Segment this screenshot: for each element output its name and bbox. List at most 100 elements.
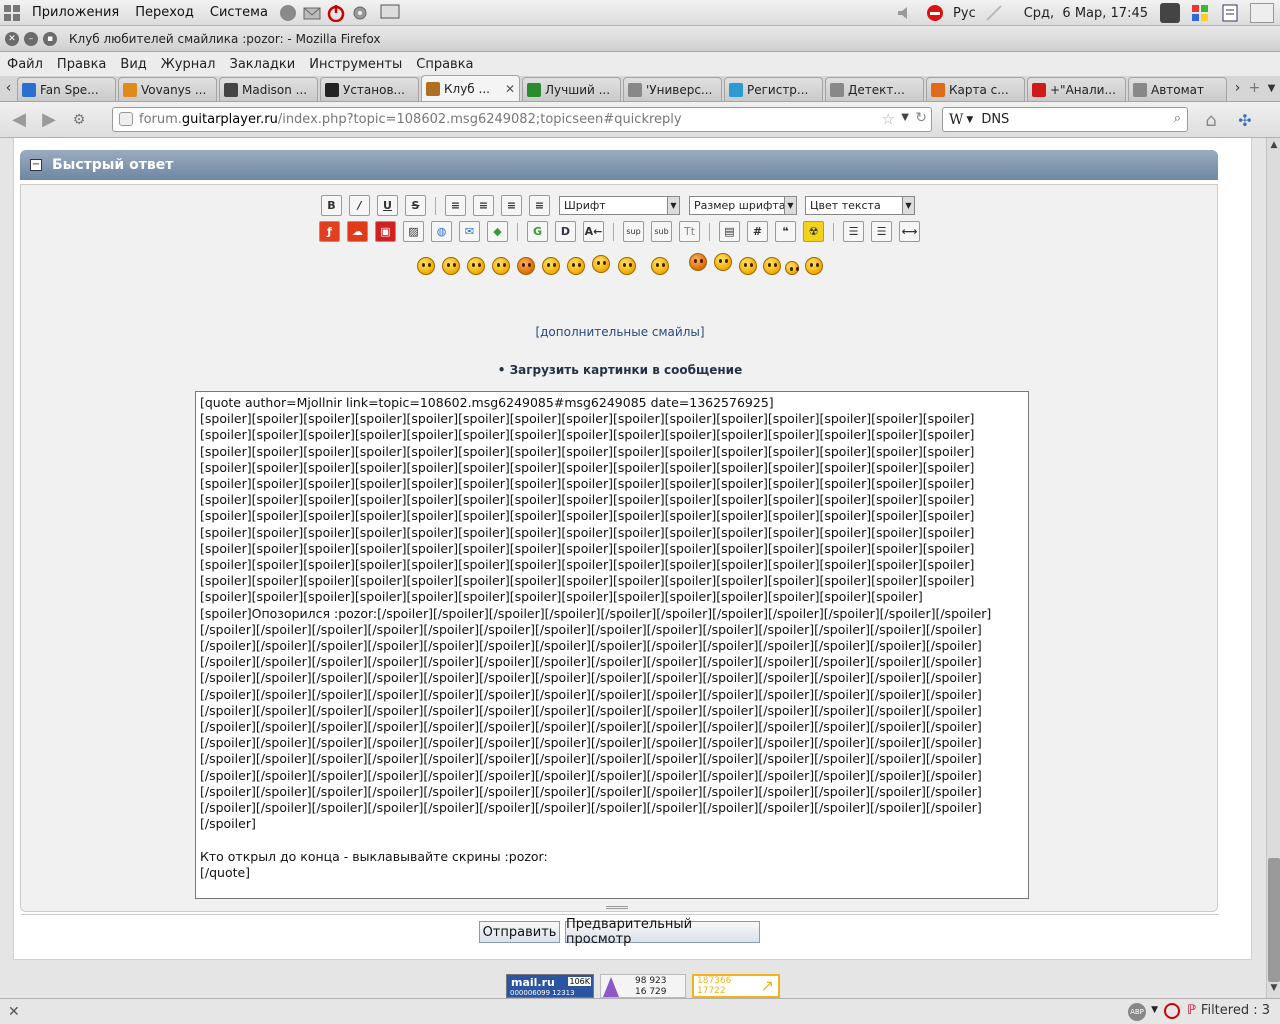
addon-icon[interactable]: ⚙ — [64, 106, 94, 134]
align-justify-button[interactable]: ≡ — [473, 195, 494, 216]
tab-1[interactable]: Vovanys ... — [118, 77, 217, 101]
smiley-icon[interactable] — [542, 257, 560, 275]
search-icon[interactable]: ⌕ — [1174, 111, 1181, 126]
new-tab-icon[interactable]: + — [1246, 75, 1263, 101]
smiley-icon[interactable] — [689, 253, 707, 271]
menu-tools[interactable]: Инструменты — [302, 57, 409, 72]
tab-8[interactable]: Детект... — [825, 77, 924, 101]
image-button[interactable]: ▨ — [403, 221, 424, 242]
document-applet-icon[interactable] — [1220, 3, 1240, 23]
stats-counter[interactable]: 98 923 16 729 — [600, 974, 686, 998]
marquee-button[interactable]: A← — [583, 221, 604, 242]
globe-launcher-icon[interactable] — [278, 3, 298, 23]
panel-menu-places[interactable]: Переход — [127, 5, 202, 20]
search-engine-wikipedia-icon[interactable]: W — [949, 112, 963, 128]
soundcloud-button[interactable]: ☁ — [347, 221, 368, 242]
url-history-dropdown-icon[interactable]: ▼ — [901, 112, 909, 123]
forward-arrow-icon[interactable]: ▶ — [34, 106, 64, 134]
bold-button[interactable]: B — [321, 195, 342, 216]
smiley-icon[interactable] — [785, 261, 799, 275]
apps-grid-icon[interactable] — [2, 3, 22, 23]
tab-6[interactable]: 'Универс... — [623, 77, 722, 101]
tab-2[interactable]: Madison ... — [219, 77, 318, 101]
smiley-icon[interactable] — [714, 253, 732, 271]
ftp-button[interactable]: ◆ — [487, 221, 508, 242]
scroll-down-icon[interactable]: ▼ — [1268, 983, 1280, 995]
tab-5[interactable]: Лучший ... — [522, 77, 621, 101]
preview-button[interactable]: Предварительный просмотр — [565, 917, 760, 947]
teletype-button[interactable]: Tt — [679, 221, 700, 242]
panel-menu-system[interactable]: Система — [202, 5, 276, 20]
window-titlebar[interactable]: ✕ – ▪ Клуб любителей смайлика :pozor: - … — [0, 26, 1280, 52]
home-icon[interactable]: ⌂ — [1196, 106, 1226, 134]
tabs-scroll-left-icon[interactable]: ‹ — [0, 75, 17, 101]
reload-icon[interactable]: ↻ — [915, 110, 927, 126]
more-smileys-link[interactable]: [дополнительные смайлы] — [21, 325, 1219, 339]
back-arrow-icon[interactable]: ◀ — [4, 106, 34, 134]
table-button[interactable]: ▤ — [719, 221, 740, 242]
network-icon[interactable] — [984, 3, 1004, 23]
radioactive-button[interactable]: ☢ — [803, 221, 824, 242]
align-left-button[interactable]: ≡ — [445, 195, 466, 216]
show-desktop-icon[interactable] — [380, 3, 400, 23]
vertical-scrollbar[interactable]: ▲ ▼ — [1266, 138, 1280, 998]
bookmark-star-icon[interactable]: ☆ — [882, 110, 895, 128]
smiley-icon[interactable] — [651, 257, 669, 275]
smiley-icon[interactable] — [417, 257, 435, 275]
numbered-list-button[interactable]: ☰ — [871, 221, 892, 242]
smiley-icon[interactable] — [592, 255, 610, 273]
mail-launcher-icon[interactable] — [302, 3, 322, 23]
panel-clock[interactable]: Срд, 6 Мар, 17:45 — [1024, 6, 1148, 21]
tab-list-icon[interactable]: ▼ — [1263, 75, 1280, 101]
menu-help[interactable]: Справка — [409, 57, 480, 72]
smiley-pozor-icon[interactable] — [805, 257, 823, 275]
session-icon[interactable] — [1160, 3, 1180, 23]
smiley-icon[interactable] — [442, 257, 460, 275]
tab-7[interactable]: Регистр... — [724, 77, 823, 101]
strikethrough-button[interactable]: S — [405, 195, 426, 216]
search-engine-dropdown-icon[interactable]: ▼ — [966, 115, 973, 125]
font-size-select[interactable]: Размер шрифта ▼ — [689, 196, 797, 215]
align-center-button[interactable]: ≡ — [501, 195, 522, 216]
tabs-scroll-right-icon[interactable]: › — [1229, 75, 1246, 101]
menu-file[interactable]: Файл — [0, 57, 50, 72]
glow-button[interactable]: G — [527, 221, 548, 242]
liveinternet-counter[interactable]: 187366 17722 ↗ — [692, 974, 780, 998]
power-icon[interactable] — [326, 3, 346, 23]
windows-applet-icon[interactable] — [1190, 3, 1210, 23]
email-button[interactable]: ✉ — [459, 221, 480, 242]
smiley-icon[interactable] — [567, 257, 585, 275]
flash-button[interactable]: ƒ — [319, 221, 340, 242]
smiley-icon[interactable] — [492, 257, 510, 275]
underline-button[interactable]: U — [377, 195, 398, 216]
panel-menu-applications[interactable]: Приложения — [24, 5, 127, 20]
submit-button[interactable]: Отправить — [479, 921, 560, 943]
url-bar[interactable]: forum. guitarplayer.ru/index.php?topic=10… — [112, 107, 932, 132]
text-color-select[interactable]: Цвет текста ▼ — [805, 196, 915, 215]
tab-0[interactable]: Fan Spe... — [17, 77, 116, 101]
message-textarea[interactable]: [quote author=Mjollnir link=topic=108602… — [195, 391, 1029, 899]
smiley-icon[interactable] — [763, 257, 781, 275]
tab-10[interactable]: +"Анали... — [1027, 77, 1126, 101]
menu-bookmarks[interactable]: Закладки — [223, 57, 303, 72]
close-find-bar-icon[interactable]: ✕ — [8, 1004, 20, 1020]
menu-history[interactable]: Журнал — [154, 57, 223, 72]
menu-edit[interactable]: Правка — [50, 57, 113, 72]
code-button[interactable]: # — [747, 221, 768, 242]
tab-4[interactable]: Клуб ... ✕ — [421, 75, 520, 101]
scroll-up-icon[interactable]: ▲ — [1268, 140, 1280, 152]
search-bar[interactable]: W ▼ DNS ⌕ — [942, 107, 1188, 132]
addon-status-icon[interactable]: ℙ — [1187, 1003, 1196, 1018]
align-right-button[interactable]: ≡ — [529, 195, 550, 216]
textarea-resize-handle[interactable] — [606, 906, 628, 909]
smiley-icon[interactable] — [467, 257, 485, 275]
mailru-counter[interactable]: mail.ru 106K 000006099 12313 — [506, 974, 594, 998]
menu-view[interactable]: Вид — [113, 57, 153, 72]
font-select[interactable]: Шрифт ▼ — [559, 196, 680, 215]
workspace-switcher-icon[interactable] — [1250, 3, 1274, 23]
keyboard-layout-flag-icon[interactable] — [925, 3, 945, 23]
tab-9[interactable]: Карта с... — [926, 77, 1025, 101]
tab-close-icon[interactable]: ✕ — [505, 82, 515, 96]
tab-3[interactable]: Установ... — [320, 77, 419, 101]
close-window-icon[interactable]: ✕ — [5, 31, 19, 46]
